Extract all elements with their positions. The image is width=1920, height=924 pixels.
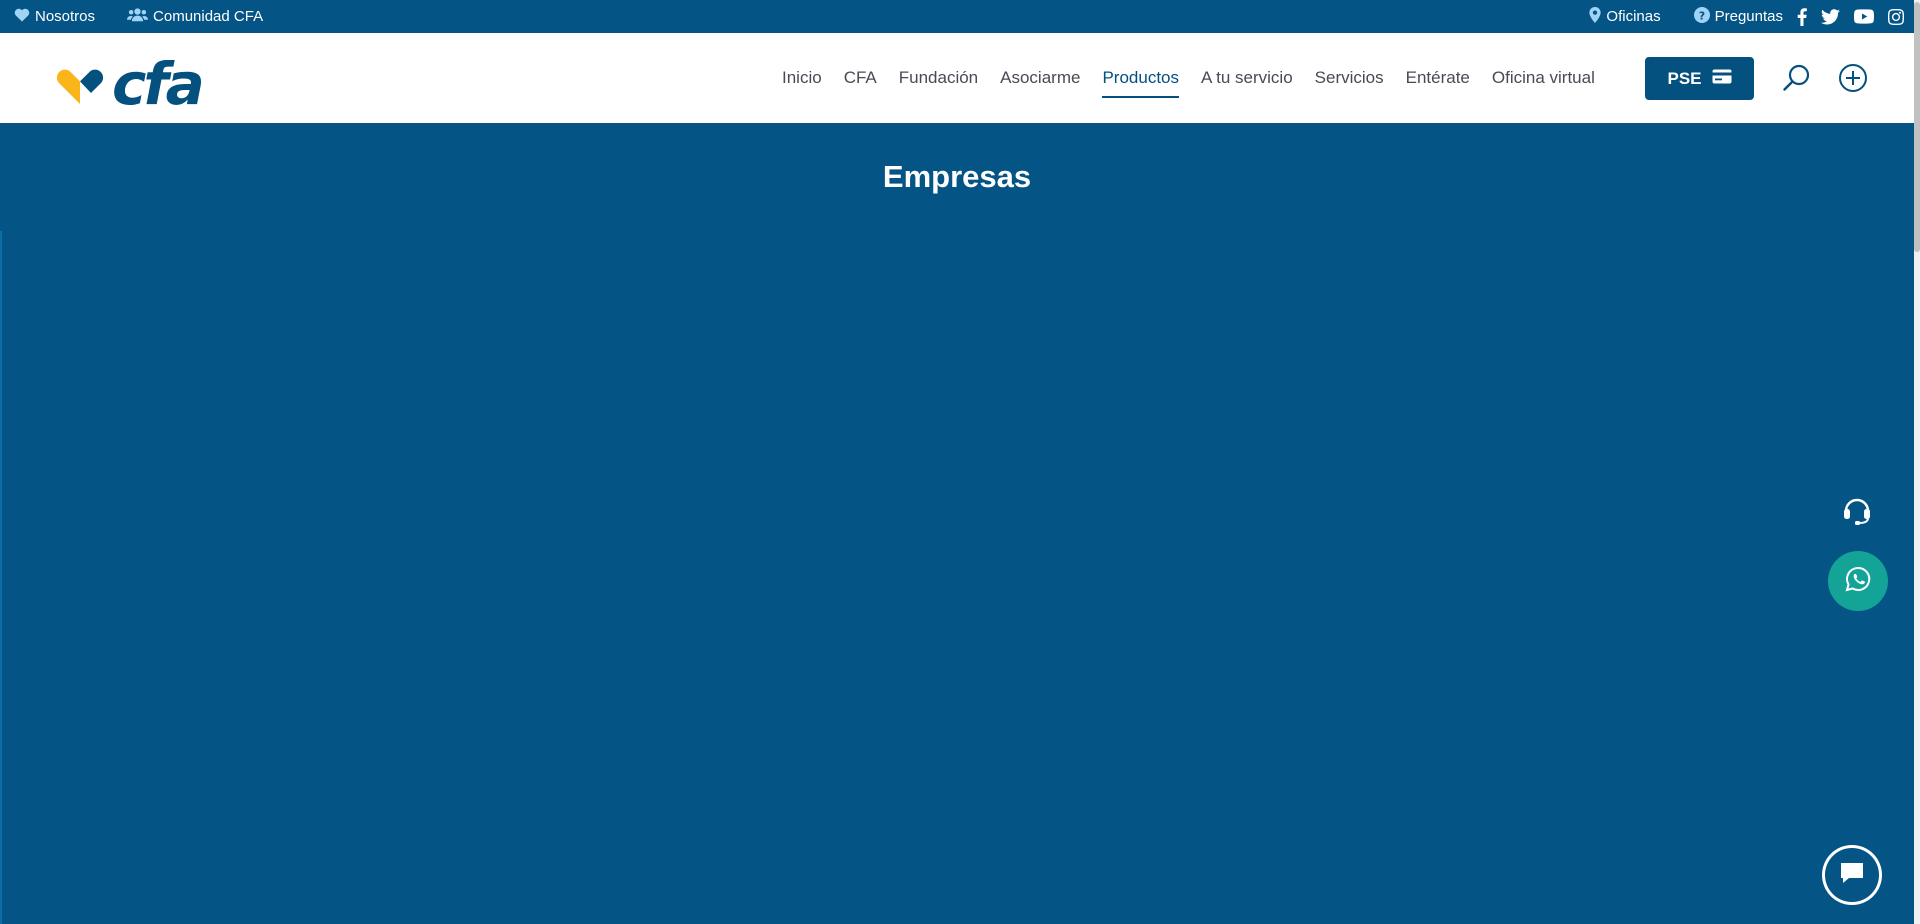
credit-card-icon xyxy=(1712,69,1732,89)
page-scrollbar[interactable] xyxy=(1914,0,1920,924)
nav-item-productos[interactable]: Productos xyxy=(1102,62,1179,98)
pse-button-label: PSE xyxy=(1667,68,1702,88)
facebook-icon[interactable] xyxy=(1797,7,1807,26)
question-circle-icon: ? xyxy=(1693,6,1710,27)
plus-circle-icon[interactable] xyxy=(1838,63,1868,98)
nav-item-fundacion[interactable]: Fundación xyxy=(899,62,978,94)
search-icon[interactable] xyxy=(1782,63,1812,98)
topbar-link-preguntas[interactable]: ? Preguntas xyxy=(1693,6,1783,27)
svg-text:?: ? xyxy=(1698,9,1704,22)
chat-button-inner xyxy=(1825,848,1879,902)
twitter-icon[interactable] xyxy=(1821,8,1840,25)
heart-icon xyxy=(14,7,30,26)
chat-button[interactable] xyxy=(1822,845,1882,905)
chat-bubble-icon xyxy=(1839,861,1865,890)
nav-item-enterate[interactable]: Entérate xyxy=(1406,62,1470,94)
headset-icon[interactable] xyxy=(1841,494,1873,526)
users-icon xyxy=(127,7,149,26)
instagram-icon[interactable] xyxy=(1888,8,1904,25)
map-pin-icon xyxy=(1589,6,1602,27)
pse-button[interactable]: PSE xyxy=(1645,57,1754,100)
top-utility-bar: Nosotros Comunidad CFA Oficinas ? Pregun… xyxy=(0,0,1914,33)
social-links xyxy=(1797,7,1904,26)
topbar-right-group: Oficinas ? Preguntas xyxy=(1589,6,1914,27)
topbar-link-nosotros[interactable]: Nosotros xyxy=(14,7,95,26)
topbar-link-oficinas[interactable]: Oficinas xyxy=(1589,6,1661,27)
nav-item-servicios[interactable]: Servicios xyxy=(1315,62,1384,94)
logo-heart-icon xyxy=(56,64,106,111)
logo-wordmark: cfa xyxy=(112,50,205,118)
youtube-icon[interactable] xyxy=(1854,9,1874,24)
topbar-link-label: Oficinas xyxy=(1606,8,1661,25)
topbar-link-label: Nosotros xyxy=(35,8,96,25)
whatsapp-icon xyxy=(1845,566,1871,597)
primary-navigation: Inicio CFA Fundación Asociarme Productos… xyxy=(782,33,1617,123)
hero-left-edge-line xyxy=(0,231,2,924)
page-title: Empresas xyxy=(882,159,1032,194)
cfa-logo[interactable]: cfa xyxy=(56,55,205,113)
topbar-link-label: Preguntas xyxy=(1714,8,1783,25)
whatsapp-button[interactable] xyxy=(1828,551,1888,611)
topbar-left-group: Nosotros Comunidad CFA xyxy=(0,7,263,26)
nav-item-oficina-virtual[interactable]: Oficina virtual xyxy=(1492,62,1595,94)
topbar-link-comunidad[interactable]: Comunidad CFA xyxy=(127,7,263,26)
scrollbar-thumb[interactable] xyxy=(1914,2,1920,252)
hero-section: Empresas xyxy=(0,123,1914,924)
nav-item-a-tu-servicio[interactable]: A tu servicio xyxy=(1201,62,1293,94)
nav-item-cfa[interactable]: CFA xyxy=(844,62,877,94)
topbar-link-label: Comunidad CFA xyxy=(153,8,264,25)
main-navbar: cfa Inicio CFA Fundación Asociarme Produ… xyxy=(0,33,1914,123)
nav-item-inicio[interactable]: Inicio xyxy=(782,62,822,94)
nav-item-asociarme[interactable]: Asociarme xyxy=(1000,62,1080,94)
